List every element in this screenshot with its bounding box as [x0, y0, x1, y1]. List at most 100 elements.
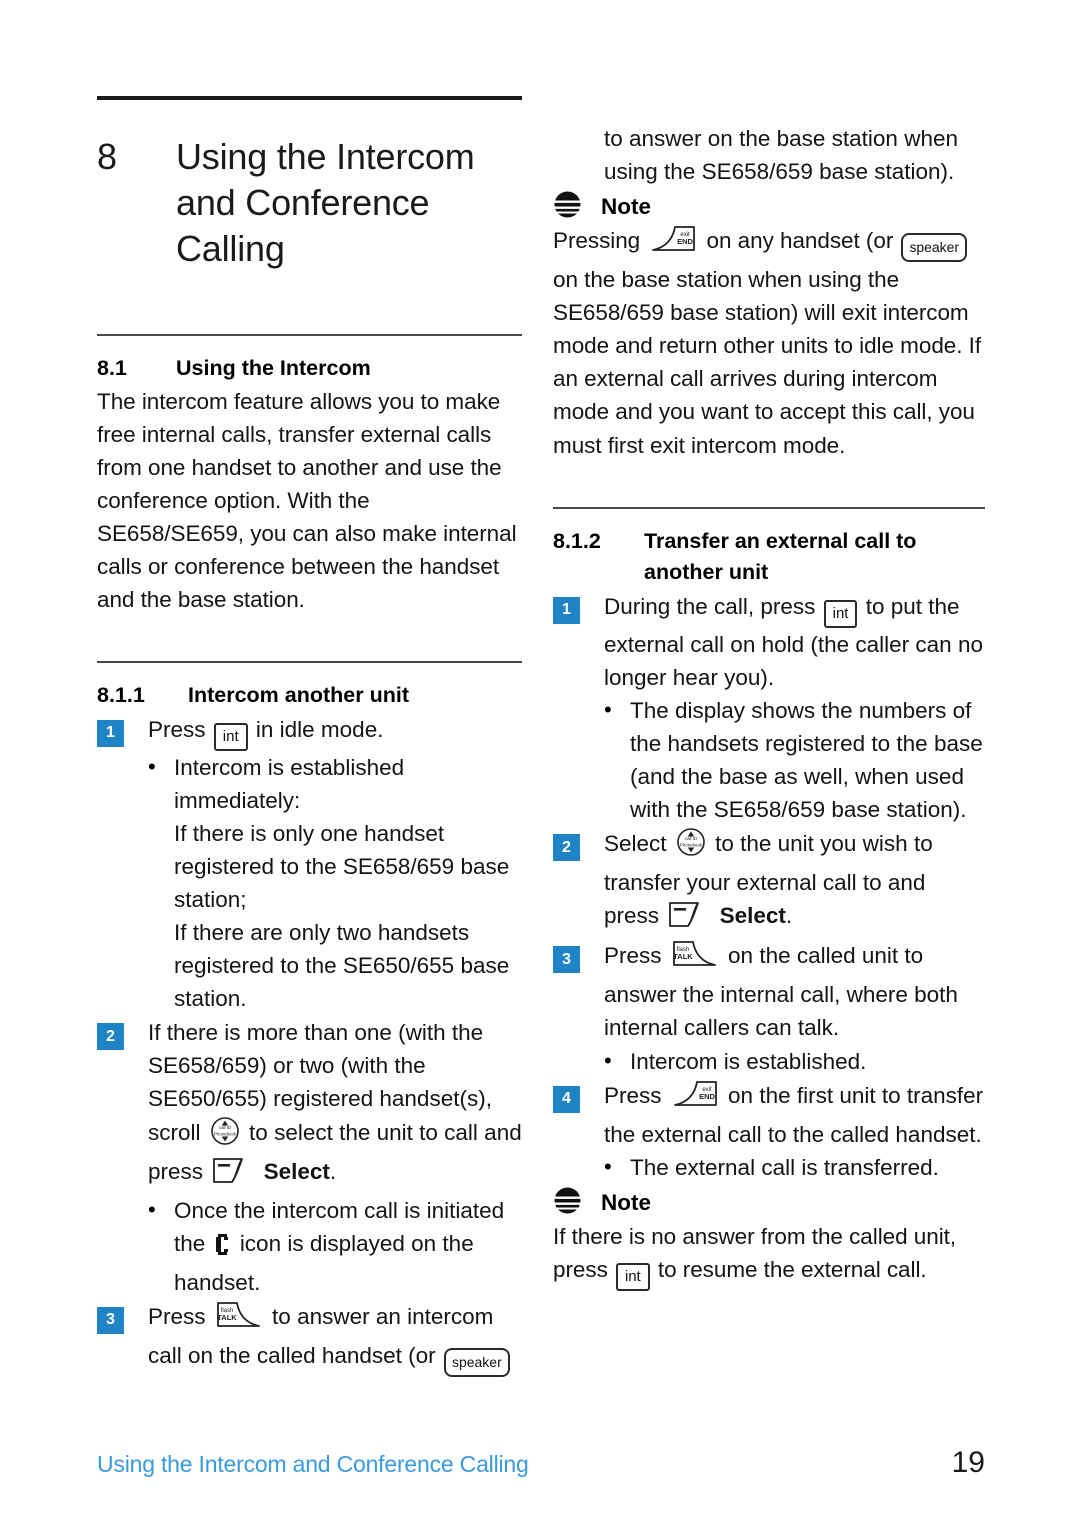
speaker-key-icon[interactable]: speaker: [443, 1347, 510, 1377]
step-text-after: .: [329, 1158, 337, 1184]
step-body: Press flash TALK to answer an intercom c…: [148, 1300, 522, 1377]
bullet-item: • Intercom is established immediately:: [148, 751, 522, 817]
step-body: Press exit END on the first unit to tran…: [604, 1079, 985, 1151]
flash-talk-key-icon[interactable]: flash TALK: [671, 939, 719, 978]
svg-text:call ID: call ID: [685, 836, 697, 841]
left-softkey-icon[interactable]: [668, 901, 710, 938]
step-text-before: Press: [604, 943, 662, 969]
step-badge: 4: [553, 1085, 580, 1113]
section-8-1-2-title-line-2: another unit: [644, 560, 769, 585]
navigation-scroll-key-icon[interactable]: call ID Phonebook: [676, 827, 706, 866]
bullet-item: • The external call is transferred.: [604, 1151, 985, 1184]
step-item: 4 Press exit END on the first unit to tr…: [553, 1079, 985, 1151]
page-footer: Using the Intercom and Conference Callin…: [97, 1446, 985, 1480]
bullet-text: The display shows the numbers of the han…: [630, 697, 983, 823]
step-text-before: During the call, press: [604, 593, 816, 619]
bullet-dot: •: [604, 696, 612, 722]
svg-text:TALK: TALK: [673, 952, 693, 961]
handset-phone-icon: [215, 1233, 231, 1266]
section-8-1-heading: 8.1 Using the Intercom: [97, 353, 522, 385]
step-text-before: Press: [148, 1303, 206, 1329]
section-8-1-1-number: 8.1.1: [97, 683, 145, 708]
speaker-key-icon[interactable]: speaker: [901, 233, 967, 263]
section-8-1-2-number: 8.1.2: [553, 528, 601, 553]
sub-text-1: If there is only one handset registered …: [174, 820, 510, 913]
int-key-icon[interactable]: int: [823, 599, 858, 628]
bullet-text: The external call is transferred.: [630, 1154, 939, 1180]
chapter-title: Using the Intercom and Conference Callin…: [176, 134, 475, 272]
step-badge: 1: [97, 719, 124, 747]
chapter-title-line-3: Calling: [176, 228, 285, 270]
svg-text:call ID: call ID: [219, 1125, 231, 1130]
footer-chapter-text: Using the Intercom and Conference Callin…: [97, 1451, 529, 1477]
sub-text-2: If there are only two handsets registere…: [174, 920, 510, 1012]
step-body: Press flash TALK on the called unit to a…: [604, 939, 985, 1044]
note-text-middle: on any handset (or: [706, 228, 894, 254]
step-body: Select call ID Phonebook to the unit you…: [604, 827, 985, 938]
chapter-title-line-2: and Conference: [176, 182, 430, 224]
chapter-title-line-1: Using the Intercom: [176, 136, 475, 177]
step-text-before: Select: [604, 831, 667, 857]
left-softkey-icon[interactable]: [212, 1157, 254, 1194]
left-column: 8 Using the Intercom and Conference Call…: [97, 96, 522, 1377]
step-item: 3 Press flash TALK to answer an intercom…: [97, 1300, 522, 1377]
footer-page-number: 19: [951, 1446, 985, 1479]
note-label: Note: [601, 194, 651, 220]
section-8-1-title: Using the Intercom: [176, 356, 371, 381]
exit-end-key-icon[interactable]: exit END: [671, 1079, 719, 1118]
bullet-dot: •: [148, 1196, 156, 1222]
bullet-text: Intercom is established immediately:: [174, 754, 405, 813]
bullet-dot: •: [604, 1047, 612, 1073]
bullet-item: • The display shows the numbers of the h…: [604, 694, 985, 826]
bullet-dot: •: [148, 753, 156, 779]
int-key-icon[interactable]: int: [213, 722, 248, 751]
step-item: 1 Press int in idle mode.: [97, 713, 522, 751]
step-item: 2 Select call ID Phonebook to the unit y…: [553, 827, 985, 938]
step-body: If there is more than one (with the SE65…: [148, 1016, 522, 1193]
section-8-1-2-heading: 8.1.2 Transfer an external call to anoth…: [553, 526, 985, 589]
step-item: 1 During the call, press int to put the …: [553, 590, 985, 694]
note-text-before: Pressing: [553, 228, 641, 254]
softkey-label: Select: [263, 1158, 330, 1184]
svg-text:Phonebook: Phonebook: [680, 843, 703, 848]
chapter-heading: 8 Using the Intercom and Conference Call…: [97, 134, 522, 272]
continuation-text: to answer on the base station when using…: [604, 126, 958, 185]
document-page: 8 Using the Intercom and Conference Call…: [0, 0, 1080, 1525]
section-8-1-2-title: Transfer an external call to another uni…: [644, 526, 985, 589]
exit-end-key-icon[interactable]: exit END: [649, 224, 697, 263]
step-text-before: Press: [604, 1082, 662, 1108]
note-text-after: to resume the external call.: [657, 1256, 927, 1282]
right-column: to answer on the base station when using…: [553, 122, 985, 1291]
svg-text:Phonebook: Phonebook: [214, 1131, 237, 1136]
step-badge: 2: [553, 834, 580, 862]
navigation-scroll-key-icon[interactable]: call ID Phonebook: [210, 1116, 240, 1155]
step-badge: 3: [97, 1306, 124, 1334]
svg-text:TALK: TALK: [217, 1313, 237, 1322]
bullet-item: • Once the intercom call is initiated th…: [148, 1194, 522, 1299]
step-body: During the call, press int to put the ex…: [604, 590, 985, 694]
step-text-after: in idle mode.: [255, 716, 384, 742]
note-text-after: on the base station when using the SE658…: [553, 267, 982, 458]
svg-text:END: END: [699, 1092, 715, 1101]
bullet-text: Intercom is established.: [630, 1048, 867, 1074]
note-label: Note: [601, 1189, 651, 1215]
int-key-icon[interactable]: int: [615, 1262, 650, 1291]
svg-text:END: END: [678, 237, 694, 246]
section-8-1-number: 8.1: [97, 356, 127, 381]
note-heading: Note: [553, 1186, 985, 1220]
step-badge: 2: [97, 1023, 124, 1051]
bullet-dot: •: [604, 1153, 612, 1179]
section-8-1-2-title-line-1: Transfer an external call to: [644, 528, 917, 553]
note-icon: [553, 1186, 582, 1220]
step-text-after: .: [785, 903, 793, 929]
bullet-text: Once the intercom call is initiated the: [174, 1194, 522, 1299]
section-8-1-body: The intercom feature allows you to make …: [97, 388, 517, 613]
section-8-1-1-heading: 8.1.1 Intercom another unit: [97, 680, 522, 712]
step-body: Press int in idle mode.: [148, 713, 522, 751]
bullet-item: • Intercom is established.: [604, 1045, 985, 1078]
section-8-1-1-title: Intercom another unit: [188, 683, 409, 708]
softkey-label: Select: [719, 903, 786, 929]
flash-talk-key-icon[interactable]: flash TALK: [215, 1300, 263, 1339]
note-icon: [553, 190, 582, 224]
step-item: 3 Press flash TALK on the called unit to…: [553, 939, 985, 1044]
